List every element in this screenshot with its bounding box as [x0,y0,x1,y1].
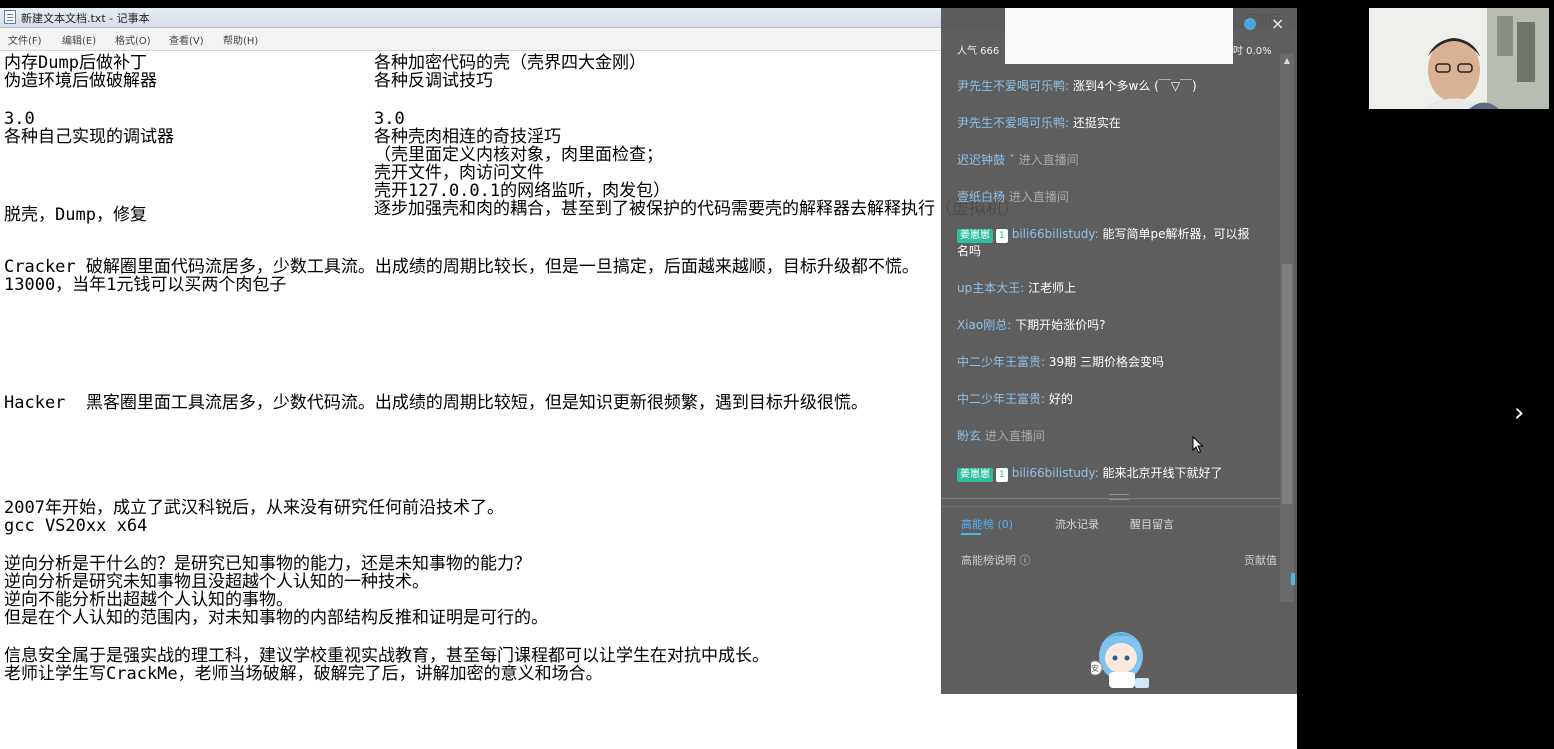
chat-message: 尹先生不爱喝可乐鸭: 涨到4个多w么 (￣▽￣) [957,78,1197,95]
contribution-label: 贡献值 [1244,554,1277,567]
chat-message: 姜崽崽 1 bili66bilistudy: 能写简单pe解析器，可以报 名吗 [957,226,1250,260]
chat-username[interactable]: 盼玄 [957,429,981,443]
chat-text: 下期开始涨价吗? [1015,318,1106,332]
text-line: 老师让学生写CrackMe，老师当场破解，破解完了后，讲解加密的意义和场合。 [4,664,603,684]
chat-username[interactable]: up主本大王: [957,281,1024,295]
chat-message: 迟迟钟鼓 ˇ 进入直播间 [957,152,1079,169]
text-line: 逆向分析是干什么的？是研究已知事物的能力，还是未知事物的能力？ [4,554,531,574]
chat-message: 盼玄 进入直播间 [957,428,1045,445]
ranking-info-link[interactable]: 高能榜说明 ⓘ [961,552,1031,568]
text-line: 内存Dump后做补丁 [4,53,147,73]
chat-text: 江老师上 [1028,281,1077,295]
window-title: 新建文本文档.txt - 记事本 [21,12,150,25]
chat-username[interactable]: 中二少年王富贵: [957,355,1045,369]
text-line: 伪造环境后做破解器 [4,71,157,91]
chat-text: 涨到4个多w么 (￣▽￣) [1072,79,1197,93]
text-line: 逐步加强壳和肉的耦合，甚至到了被保护的代码需要壳的解释器去解释执行（虚拟机） [374,199,1020,219]
mouse-cursor-icon [1192,436,1204,454]
fan-level: 1 [996,468,1008,482]
divider [941,506,1281,507]
chat-text: 还挺实在 [1072,116,1121,130]
fan-badge[interactable]: 姜崽崽 [957,468,993,482]
menu-view[interactable]: 查看(V) [169,32,204,47]
chat-username[interactable]: 迟迟钟鼓 ˇ [957,153,1015,167]
text-line: Cracker 破解圈里面代码流居多，少数工具流。出成绩的周期比较长，但是一旦搞… [4,257,919,277]
chat-username[interactable]: 中二少年王富贵: [957,392,1045,406]
chat-message: 壹纸白杨 进入直播间 [957,189,1069,206]
chat-message: 中二少年王富贵: 39期 三期价格会变吗 [957,354,1164,371]
text-line: 但是在个人认知的范围内，对未知事物的内部结构反推和证明是可行的。 [4,608,548,628]
chat-header-area [1005,8,1233,64]
chat-message: 中二少年王富贵: 好的 [957,391,1073,408]
text-line: 3.0 [4,109,35,129]
side-indicator [1291,573,1295,585]
text-line: 各种壳肉相连的奇技淫巧 [374,127,561,147]
next-slide-chevron-icon[interactable]: › [1514,398,1536,428]
text-line: 3.0 [374,109,405,129]
active-tab-indicator [961,533,981,535]
tab-super-chat[interactable]: 醒目留言 [1130,516,1174,532]
fan-badge[interactable]: 姜崽崽 [957,229,993,243]
text-line: 逆向分析是研究未知事物且没超越个人认知的一种技术。 [4,572,429,592]
menu-file[interactable]: 文件(F) [8,32,42,47]
text-line: gcc VS20xx x64 [4,516,148,536]
text-line: 各种反调试技巧 [374,71,493,91]
tab-transaction-log[interactable]: 流水记录 [1055,516,1099,532]
text-line: 13000，当年1元钱可以买两个肉包子 [4,275,287,295]
tab-high-energy-ranking[interactable]: 高能榜 (0) [961,516,1013,532]
text-line: 脱壳，Dump，修复 [4,205,147,225]
chat-text: 能写简单pe解析器，可以报 [1102,227,1250,241]
text-line: 逆向不能分析出超越个人认知的事物。 [4,590,293,610]
menu-format[interactable]: 格式(O) [115,32,151,47]
chat-scrollbar[interactable]: ▲ [1280,54,1294,602]
chat-system-text: 进入直播间 [1008,190,1069,204]
refresh-icon[interactable] [1244,18,1256,30]
scroll-up-arrow-icon[interactable]: ▲ [1280,54,1294,68]
chat-username[interactable]: bili66bilistudy: [1012,466,1099,480]
chat-text-continued: 名吗 [957,244,982,258]
live-chat-panel: 人气 666 吋 0.0% × 尹先生不爱喝可乐鸭: 涨到4个多w么 (￣▽￣)… [941,8,1297,694]
chat-text: 能来北京开线下就好了 [1102,466,1223,480]
menu-help[interactable]: 帮助(H) [223,32,258,47]
text-line: 壳开文件，肉访问文件 [374,163,544,183]
scroll-thumb[interactable] [1282,264,1292,504]
menu-edit[interactable]: 编辑(E) [62,32,96,47]
mascot-icon[interactable]: 安 [1091,618,1171,692]
chat-username[interactable]: 尹先生不爱喝可乐鸭: [957,79,1069,93]
chat-message: up主本大王: 江老师上 [957,280,1076,297]
text-line: 信息安全属于是强实战的理工科，建议学校重视实战教育，甚至每门课程都可以让学生在对… [4,646,769,666]
webcam-video [1369,8,1549,109]
text-line: 各种自己实现的调试器 [4,127,174,147]
chat-username[interactable]: bili66bilistudy: [1012,227,1099,241]
chat-text: 好的 [1048,392,1073,406]
chat-system-text: 进入直播间 [984,429,1045,443]
chat-username[interactable]: 尹先生不爱喝可乐鸭: [957,116,1069,130]
resize-grip[interactable] [1109,494,1129,500]
chat-system-text: 进入直播间 [1018,153,1079,167]
chat-text: 39期 三期价格会变吗 [1048,355,1164,369]
header-stat: 吋 0.0% [1233,46,1272,57]
popularity-count: 人气 666 [957,46,1000,57]
close-icon[interactable]: × [1271,14,1284,33]
notepad-app-icon [4,10,16,24]
text-line: Hacker 黑客圈里面工具流居多，少数代码流。出成绩的周期比较短，但是知识更新… [4,393,868,413]
chat-message: 尹先生不爱喝可乐鸭: 还挺实在 [957,115,1121,132]
text-line: （壳里面定义内核对象，肉里面检查； [374,145,663,165]
text-line: 各种加密代码的壳（壳界四大金刚） [374,53,646,73]
fan-level: 1 [996,229,1008,243]
chat-username[interactable]: 壹纸白杨 [957,190,1005,204]
chat-username[interactable]: Xiao刚总: [957,318,1011,332]
presenter-video-icon [1369,8,1549,109]
text-line: 壳开127.0.0.1的网络监听，肉发包） [374,181,671,201]
mascot-label: 安 [1091,663,1099,673]
chat-message: 姜崽崽 1 bili66bilistudy: 能来北京开线下就好了 [957,465,1223,482]
text-line: 2007年开始，成立了武汉科锐后，从来没有研究任何前沿技术了。 [4,498,504,518]
chat-message: Xiao刚总: 下期开始涨价吗? [957,317,1106,334]
